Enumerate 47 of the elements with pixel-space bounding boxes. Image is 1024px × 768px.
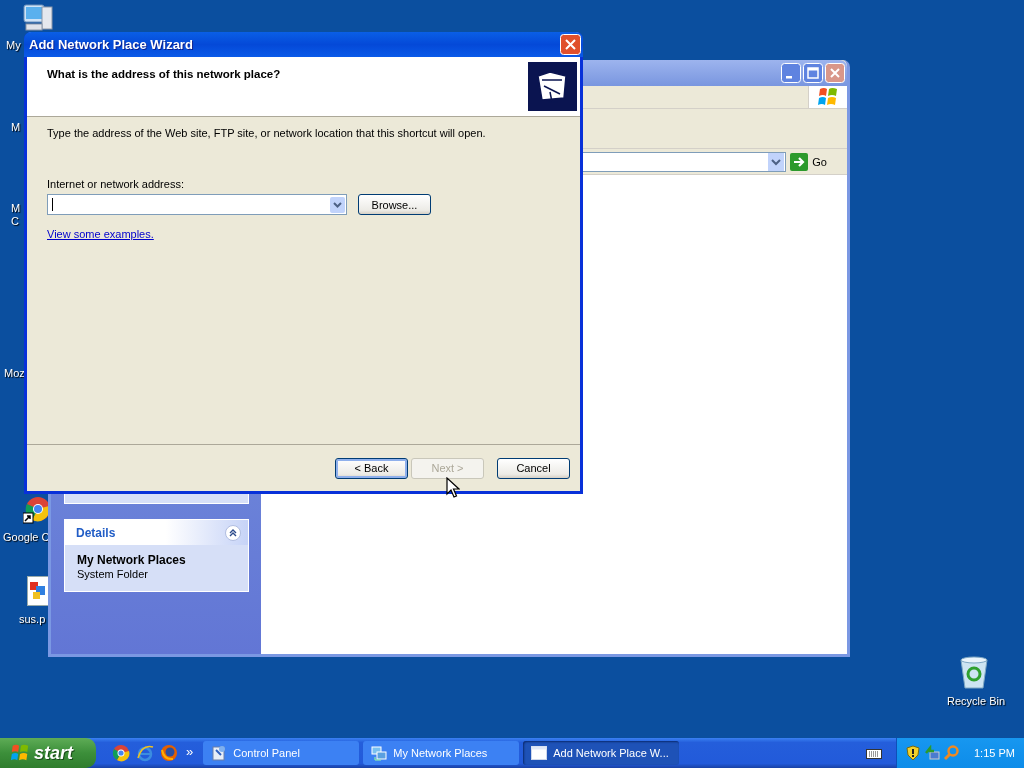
mouse-cursor-icon [446, 477, 460, 499]
instruction-text: Type the address of the Web site, FTP site, or network location that this shortcut will open. [47, 127, 486, 139]
desktop-icon-label[interactable]: C [11, 215, 21, 228]
start-button[interactable]: start [0, 738, 96, 768]
wizard-button[interactable]: < Back [335, 457, 408, 479]
close-icon[interactable] [825, 63, 845, 83]
field-label: Internet or network address: [47, 178, 184, 190]
firefox-icon[interactable] [160, 744, 178, 762]
browse-button[interactable]: Browse... [358, 194, 431, 215]
computer-icon[interactable] [22, 2, 54, 34]
desktop-icon-label[interactable]: Moz [4, 367, 25, 380]
taskbar-button[interactable]: My Network Places [363, 741, 520, 765]
dropdown-icon[interactable] [330, 196, 345, 213]
recycle-bin-icon[interactable] [958, 656, 990, 690]
chrome-icon[interactable] [23, 496, 51, 524]
window-icon [531, 746, 548, 760]
minimize-icon[interactable] [781, 63, 801, 83]
wizard-heading: What is the address of this network place? [47, 68, 281, 80]
browser-icon[interactable] [136, 744, 154, 762]
examples-link[interactable]: View some examples. [47, 228, 154, 240]
details-name: My Network Places [77, 553, 187, 567]
network-icon [371, 745, 388, 761]
windows-logo-icon [10, 743, 30, 763]
folder-icon [528, 62, 577, 111]
recycle-bin-label[interactable]: Recycle Bin [947, 695, 1006, 708]
go-button[interactable]: Go [790, 152, 827, 171]
desktop-icon-label[interactable]: sus.p [19, 613, 46, 626]
shield-icon[interactable] [905, 745, 921, 761]
collapse-icon[interactable] [225, 524, 241, 541]
dropdown-icon[interactable] [768, 152, 785, 171]
control-panel-icon [211, 745, 228, 761]
details-type: System Folder [77, 567, 149, 581]
desktop-icon-label[interactable]: M [11, 121, 21, 134]
close-icon[interactable] [560, 34, 581, 55]
maximize-icon[interactable] [803, 63, 823, 83]
taskbar-button[interactable]: Control Panel [203, 741, 360, 765]
window-title: Add Network Place Wizard [29, 37, 193, 52]
desktop-icon-label[interactable]: M [11, 202, 21, 215]
taskbar-button[interactable]: Add Network Place W... [523, 741, 680, 765]
wizard-button[interactable]: Cancel [497, 457, 570, 479]
desktop-icon-label[interactable]: My [6, 39, 21, 52]
address-input-field[interactable] [47, 194, 347, 215]
keyboard-icon[interactable] [866, 747, 882, 759]
chevron-button[interactable]: » [186, 744, 194, 759]
windows-logo-icon [817, 87, 839, 107]
details-title: Details [76, 525, 116, 540]
document-icon[interactable] [27, 576, 49, 606]
